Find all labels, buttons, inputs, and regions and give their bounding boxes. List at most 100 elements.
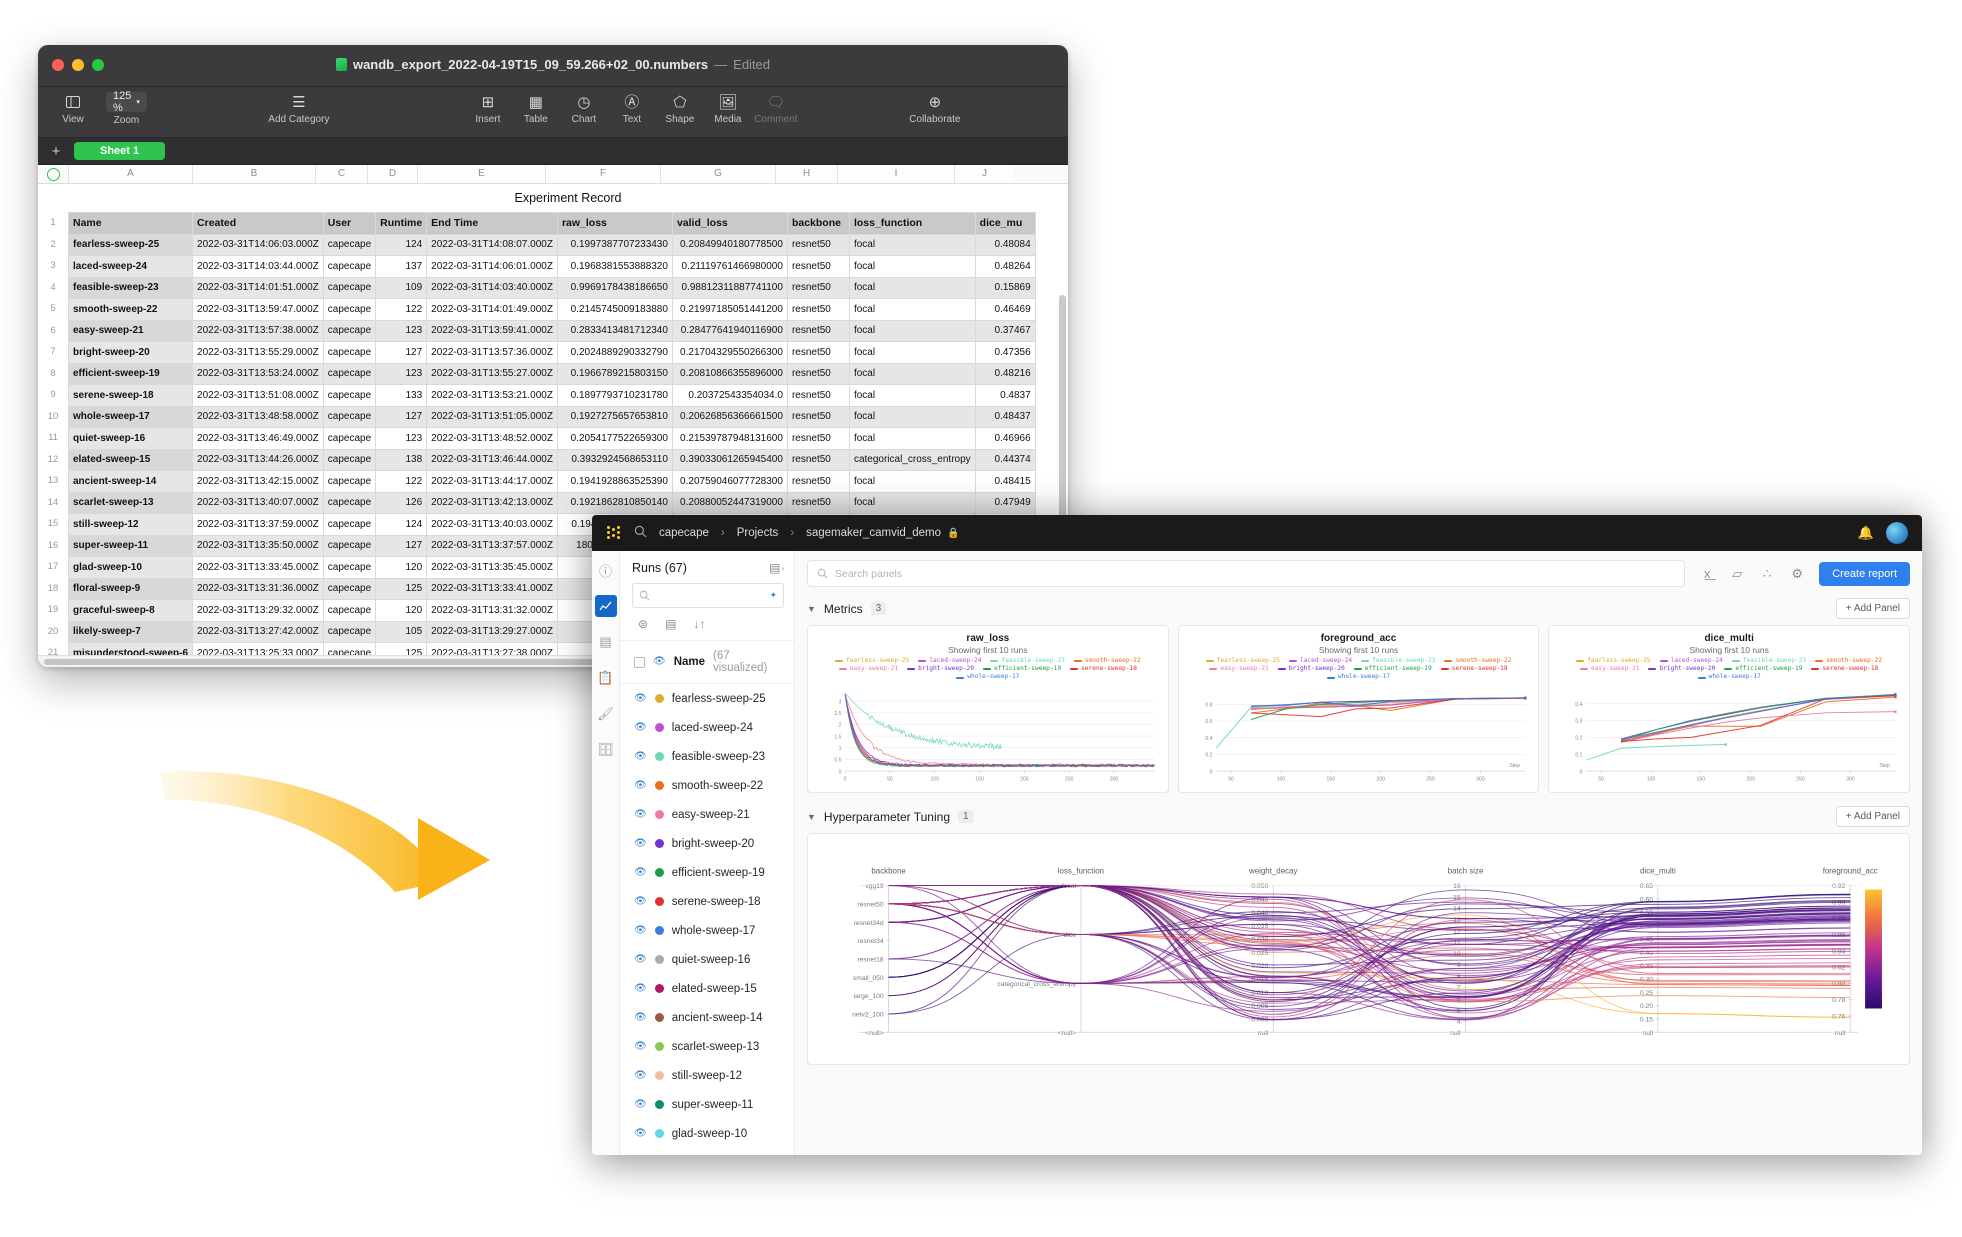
table-cell[interactable]: still-sweep-12 bbox=[68, 513, 194, 536]
toolbar-table-button[interactable]: ▦ Table bbox=[519, 91, 553, 126]
eye-icon[interactable]: 👁 bbox=[634, 1070, 647, 1081]
run-list-item[interactable]: 👁 quiet-sweep-16 bbox=[620, 945, 794, 974]
table-cell[interactable]: smooth-sweep-22 bbox=[68, 298, 194, 321]
table-cell[interactable]: capecape bbox=[322, 620, 377, 643]
row-number[interactable]: 8 bbox=[38, 363, 68, 385]
row-number[interactable]: 6 bbox=[38, 320, 68, 342]
toolbar-media-button[interactable]: 🖼 Media bbox=[711, 91, 745, 126]
row-number[interactable]: 14 bbox=[38, 492, 68, 514]
table-cell[interactable]: 0.48264 bbox=[974, 255, 1036, 278]
table-cell[interactable]: capecape bbox=[322, 556, 377, 579]
table-row[interactable]: quiet-sweep-16 2022-03-31T13:46:49.000Z ca… bbox=[68, 427, 1036, 450]
table-cell[interactable]: resnet50 bbox=[786, 341, 850, 364]
select-all-corner[interactable] bbox=[38, 165, 68, 183]
table-cell[interactable]: 2022-03-31T13:44:26.000Z bbox=[192, 448, 324, 471]
table-cell[interactable]: 0.47356 bbox=[974, 341, 1036, 364]
table-cell[interactable]: capecape bbox=[322, 233, 377, 256]
columns-icon[interactable]: ▤ bbox=[665, 617, 676, 631]
table-cell[interactable]: resnet50 bbox=[786, 233, 850, 256]
table-cell[interactable]: capecape bbox=[322, 319, 377, 342]
row-number[interactable]: 12 bbox=[38, 449, 68, 471]
table-cell[interactable]: 2022-03-31T13:46:44.000Z bbox=[426, 448, 558, 471]
filter-icon[interactable]: ⊜ bbox=[638, 617, 648, 631]
row-number[interactable]: 18 bbox=[38, 578, 68, 600]
add-panel-button-metrics[interactable]: + Add Panel bbox=[1835, 598, 1910, 619]
run-list-item[interactable]: 👁 still-sweep-12 bbox=[620, 1061, 794, 1090]
table-cell[interactable]: 0.1968381553888320 bbox=[556, 255, 673, 278]
table-row[interactable]: ancient-sweep-14 2022-03-31T13:42:15.000Z… bbox=[68, 470, 1036, 493]
eye-icon[interactable]: 👁 bbox=[634, 867, 647, 878]
run-list-item[interactable]: 👁 bright-sweep-20 bbox=[620, 829, 794, 858]
table-cell[interactable]: resnet50 bbox=[786, 427, 850, 450]
column-header-created[interactable]: Created bbox=[192, 212, 324, 235]
table-cell[interactable]: 122 bbox=[375, 298, 428, 321]
table-cell[interactable]: focal bbox=[848, 362, 976, 385]
row-number[interactable]: 3 bbox=[38, 255, 68, 277]
table-cell[interactable]: capecape bbox=[322, 448, 377, 471]
table-cell[interactable]: 127 bbox=[375, 341, 428, 364]
table-cell[interactable]: 2022-03-31T13:37:59.000Z bbox=[192, 513, 324, 536]
toolbar-insert-button[interactable]: ⊞ Insert bbox=[471, 91, 505, 126]
table-cell[interactable]: capecape bbox=[322, 341, 377, 364]
table-cell[interactable]: focal bbox=[848, 427, 976, 450]
table-cell[interactable]: serene-sweep-18 bbox=[68, 384, 194, 407]
table-cell[interactable]: focal bbox=[848, 341, 976, 364]
table-cell[interactable]: 2022-03-31T14:06:03.000Z bbox=[192, 233, 324, 256]
eye-icon[interactable]: 👁 bbox=[634, 722, 647, 733]
run-list-item[interactable]: 👁 whole-sweep-17 bbox=[620, 916, 794, 945]
table-cell[interactable]: 122 bbox=[375, 470, 428, 493]
table-cell[interactable]: resnet50 bbox=[786, 491, 850, 514]
row-number[interactable]: 7 bbox=[38, 341, 68, 363]
table-cell[interactable]: capecape bbox=[322, 513, 377, 536]
toolbar-text-button[interactable]: Ⓐ Text bbox=[615, 91, 649, 126]
table-cell[interactable]: 0.1941928863525390 bbox=[556, 470, 673, 493]
table-cell[interactable]: floral-sweep-9 bbox=[68, 577, 194, 600]
table-cell[interactable]: focal bbox=[848, 255, 976, 278]
table-cell[interactable]: 0.37467 bbox=[974, 319, 1036, 342]
wandb-logo-icon[interactable] bbox=[606, 525, 622, 541]
table-cell[interactable]: 123 bbox=[375, 362, 428, 385]
table-cell[interactable]: 0.46966 bbox=[974, 427, 1036, 450]
table-cell[interactable]: 0.9969178438186650 bbox=[556, 276, 673, 299]
table-cell[interactable]: 0.20810866355896000 bbox=[671, 362, 788, 385]
clipboard-icon[interactable]: 📋 bbox=[595, 667, 617, 689]
table-cell[interactable]: 2022-03-31T13:48:58.000Z bbox=[192, 405, 324, 428]
table-cell[interactable]: capecape bbox=[322, 384, 377, 407]
table-cell[interactable]: 0.21704329550266300 bbox=[671, 341, 788, 364]
database-icon[interactable]: 🗄 bbox=[595, 739, 617, 761]
table-cell[interactable]: likely-sweep-7 bbox=[68, 620, 194, 643]
create-report-button[interactable]: Create report bbox=[1819, 561, 1910, 586]
table-cell[interactable]: 2022-03-31T13:51:08.000Z bbox=[192, 384, 324, 407]
table-cell[interactable]: 2022-03-31T14:03:44.000Z bbox=[192, 255, 324, 278]
eye-icon[interactable]: 👁 bbox=[634, 954, 647, 965]
column-header-a[interactable]: A bbox=[68, 165, 192, 183]
run-list-item[interactable]: 👁 ancient-sweep-14 bbox=[620, 1003, 794, 1032]
table-cell[interactable]: quiet-sweep-16 bbox=[68, 427, 194, 450]
table-cell[interactable]: categorical_cross_entropy bbox=[848, 448, 976, 471]
column-header-i[interactable]: I bbox=[837, 165, 954, 183]
table-cell[interactable]: 123 bbox=[375, 319, 428, 342]
metric-card-foreground-acc[interactable]: foreground_acc Showing first 10 runs fea… bbox=[1177, 625, 1540, 793]
table-cell[interactable]: resnet50 bbox=[786, 276, 850, 299]
run-list-item[interactable]: 👁 efficient-sweep-19 bbox=[620, 858, 794, 887]
column-header-c[interactable]: C bbox=[315, 165, 367, 183]
toolbar-shape-button[interactable]: ⬠ Shape bbox=[663, 91, 697, 126]
search-panels-input[interactable]: Search panels bbox=[807, 560, 1686, 587]
table-cell[interactable]: 0.20759046077728300 bbox=[671, 470, 788, 493]
row-number[interactable]: 9 bbox=[38, 384, 68, 406]
table-cell[interactable]: 0.21997185051441200 bbox=[671, 298, 788, 321]
table-row[interactable]: scarlet-sweep-13 2022-03-31T13:40:07.000Z… bbox=[68, 491, 1036, 514]
table-cell[interactable]: 0.2054177522659300 bbox=[556, 427, 673, 450]
breadcrumb-entity[interactable]: capecape bbox=[659, 527, 709, 539]
table-cell[interactable]: 127 bbox=[375, 534, 428, 557]
table-cell[interactable]: 0.3932924568653110 bbox=[556, 448, 673, 471]
table-cell[interactable]: 2022-03-31T13:46:49.000Z bbox=[192, 427, 324, 450]
row-number[interactable]: 4 bbox=[38, 277, 68, 299]
table-icon[interactable]: ▤ bbox=[595, 631, 617, 653]
table-cell[interactable]: focal bbox=[848, 405, 976, 428]
scatter-icon[interactable]: ∴ bbox=[1759, 566, 1775, 582]
table-cell[interactable]: bright-sweep-20 bbox=[68, 341, 194, 364]
column-header-d[interactable]: D bbox=[367, 165, 417, 183]
column-header-f[interactable]: F bbox=[545, 165, 660, 183]
table-cell[interactable]: 0.2833413481712340 bbox=[556, 319, 673, 342]
